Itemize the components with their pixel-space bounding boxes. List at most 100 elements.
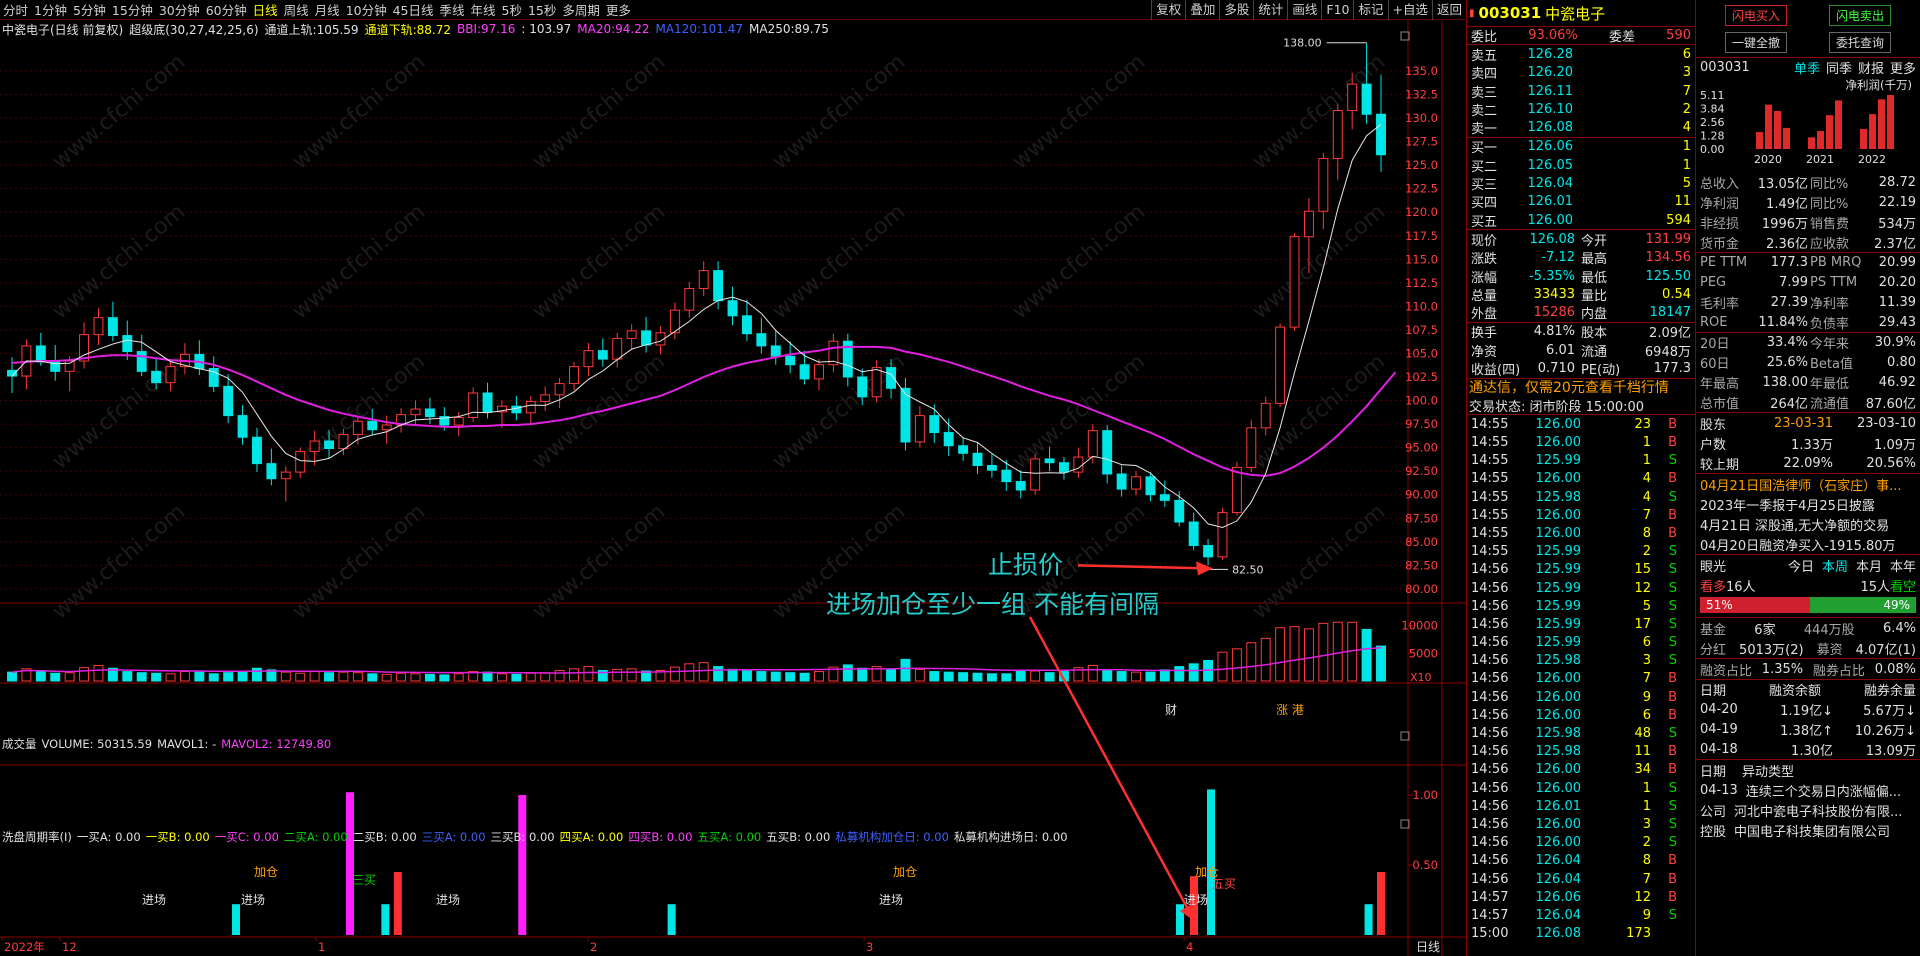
candle-body[interactable] [1275,326,1286,404]
candle-body[interactable] [583,350,594,368]
volume-bar[interactable] [1116,671,1127,682]
book-price[interactable]: 126.05 [1507,158,1574,173]
news-title[interactable]: 04月21日国浩律师（石家庄）事... [1696,474,1920,494]
book-price[interactable]: 126.10 [1507,102,1574,117]
volume-bar[interactable] [756,671,767,682]
candle-body[interactable] [1203,545,1214,558]
volume-bar[interactable] [684,663,695,682]
candle-body[interactable] [1015,481,1026,491]
volume-bar[interactable] [554,669,565,682]
candle-body[interactable] [309,440,320,452]
eye-tab[interactable]: 本周 [1822,556,1848,575]
period-tab[interactable]: 45日线 [390,3,437,18]
book-price[interactable]: 126.06 [1507,139,1574,154]
volume-bar[interactable] [1001,673,1012,682]
period-tab[interactable]: 5秒 [499,3,525,18]
candle-body[interactable] [453,416,464,426]
candle-body[interactable] [482,392,493,413]
volume-bar[interactable] [1303,628,1314,682]
candle-body[interactable] [410,408,421,416]
candle-body[interactable] [597,350,608,360]
candle-body[interactable] [1361,83,1372,115]
candle-body[interactable] [525,400,536,414]
tick-row[interactable]: 14:56 125.99 12 S [1467,579,1695,597]
wash-bar[interactable] [518,795,527,935]
volume-bar[interactable] [64,672,75,682]
period-tab[interactable]: 多周期 [559,3,603,18]
candle-body[interactable] [698,270,709,289]
candle-body[interactable] [799,364,810,380]
news-item[interactable]: 2023年一季报于4月25日披露 [1696,494,1920,514]
volume-bar[interactable] [1246,642,1257,682]
book-price[interactable]: 126.28 [1507,47,1574,62]
candle-body[interactable] [151,370,162,384]
volume-bar[interactable] [280,671,291,682]
period-tab[interactable]: 更多 [603,3,634,18]
candle-body[interactable] [626,330,637,339]
candle-body[interactable] [266,463,277,480]
volume-bar[interactable] [165,673,176,682]
candle-body[interactable] [367,420,378,431]
volume-bar[interactable] [1174,666,1185,682]
volume-bar[interactable] [1332,621,1343,682]
candle-body[interactable] [381,424,392,431]
tick-row[interactable]: 14:56 125.98 11 B [1467,743,1695,761]
volume-bar[interactable] [122,671,133,682]
volume-bar[interactable] [727,668,738,682]
volume-bar[interactable] [842,664,853,682]
candle-body[interactable] [64,360,75,372]
volume-title[interactable]: 成交量 [2,736,37,752]
book-price[interactable]: 126.08 [1507,120,1574,135]
volume-bar[interactable] [770,671,781,682]
volume-bar[interactable] [1361,628,1372,682]
tick-row[interactable]: 14:56 126.00 34 B [1467,761,1695,779]
fin-tab[interactable]: 更多 [1890,58,1916,77]
period-tab[interactable]: 60分钟 [203,3,250,18]
volume-bar[interactable] [1231,648,1242,682]
flash-sell-button[interactable]: 闪电卖出 [1828,5,1891,26]
wash-bar[interactable] [667,904,676,935]
candle-body[interactable] [684,287,695,311]
candle-body[interactable] [338,433,349,450]
tick-row[interactable]: 14:55 126.00 7 B [1467,506,1695,524]
news-item[interactable]: 04月20日融资净买入-1915.80万 [1696,534,1920,554]
volume-bar[interactable] [698,662,709,682]
volume-bar[interactable] [136,672,147,682]
volume-bar[interactable] [1131,671,1141,682]
candle-body[interactable] [943,432,954,447]
volume-bar[interactable] [50,672,61,682]
candle-body[interactable] [1102,430,1113,475]
volume-bar[interactable] [799,672,810,682]
chart-area[interactable]: 135.0 132.5 130.0 127.5 125.0 122.5 120.0 117.5… [0,20,1466,956]
volume-bar[interactable] [713,666,724,682]
volume-bar[interactable] [223,672,234,682]
wash-bar[interactable] [381,904,390,935]
tick-row[interactable]: 14:56 126.00 3 S [1467,815,1695,833]
volume-bar[interactable] [900,658,911,682]
volume-bar[interactable] [482,671,493,682]
volume-bar[interactable] [252,667,262,682]
book-price[interactable]: 126.11 [1507,84,1574,99]
candle-body[interactable] [1217,512,1228,558]
tick-row[interactable]: 14:56 126.00 7 B [1467,670,1695,688]
toolbar-button[interactable]: 复权 [1151,0,1185,20]
wash-bar[interactable] [1207,789,1215,935]
candle-body[interactable] [871,367,882,398]
candle-body[interactable] [1174,499,1185,523]
candle-body[interactable] [1059,462,1069,473]
candle-body[interactable] [1145,476,1156,496]
candle-body[interactable] [612,337,623,360]
candle-body[interactable] [1087,430,1098,458]
volume-bar[interactable] [7,671,17,682]
volume-bar[interactable] [1217,651,1228,682]
period-tab[interactable]: 季线 [437,3,468,18]
candle-body[interactable] [756,333,767,347]
volume-bar[interactable] [958,672,969,682]
volume-bar[interactable] [669,666,680,682]
volume-bar[interactable] [79,667,90,682]
book-price[interactable]: 126.00 [1507,213,1574,228]
order-query-button[interactable]: 委托查询 [1828,32,1891,53]
tick-row[interactable]: 14:56 126.00 9 B [1467,688,1695,706]
volume-bar[interactable] [338,671,349,682]
candle-body[interactable] [1332,110,1343,160]
